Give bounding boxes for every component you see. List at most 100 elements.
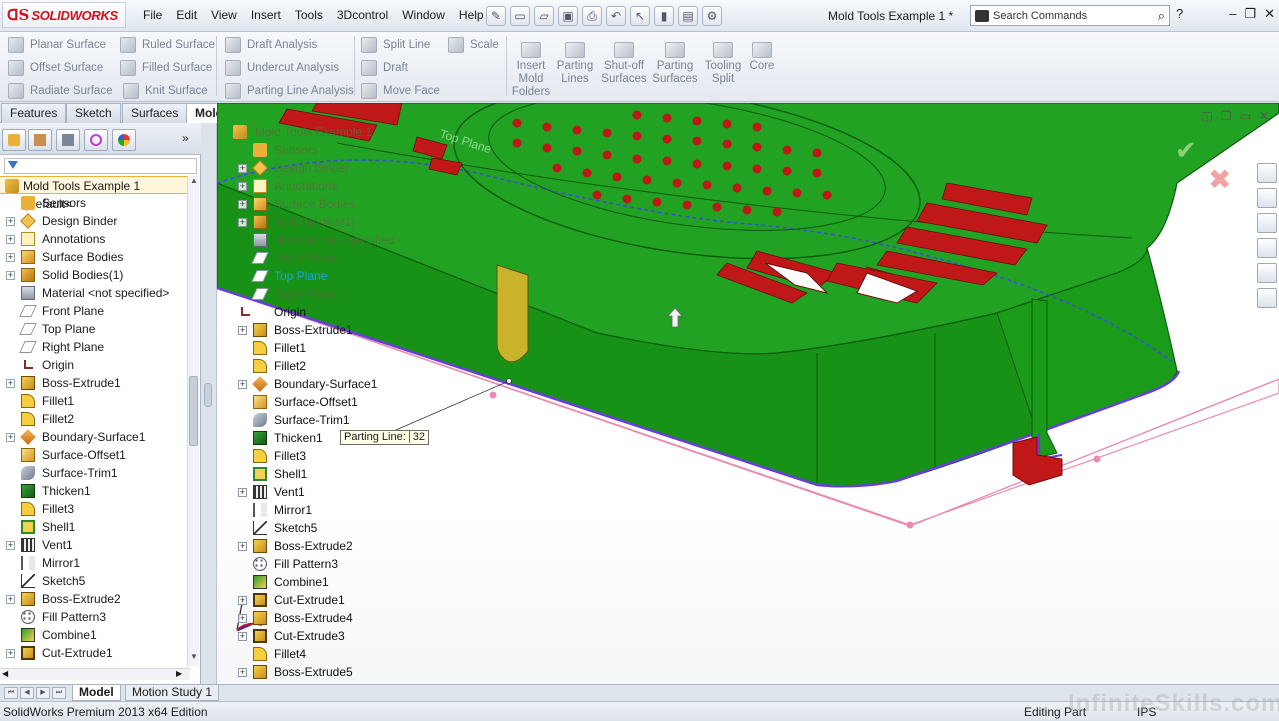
- feature-manager-tab[interactable]: [2, 129, 26, 151]
- viewport-tile-icon[interactable]: ◫: [1201, 109, 1212, 123]
- save-icon[interactable]: ▣: [558, 6, 578, 26]
- tree-item[interactable]: Shell1: [0, 518, 190, 536]
- rebuild-icon[interactable]: ▮: [654, 6, 674, 26]
- menu-edit[interactable]: Edit: [169, 8, 204, 22]
- scroll-up-icon[interactable]: ▲: [188, 176, 200, 188]
- expand-toggle-icon[interactable]: +: [238, 614, 247, 623]
- tree-item[interactable]: Fill Pattern3: [217, 555, 477, 573]
- tree-filter-field[interactable]: [4, 158, 197, 174]
- close-icon[interactable]: ✕: [1264, 6, 1275, 22]
- expand-toggle-icon[interactable]: +: [6, 649, 15, 658]
- panel-splitter[interactable]: [201, 123, 217, 686]
- tree-item[interactable]: + Annotations: [217, 177, 477, 195]
- tree-item[interactable]: Right Plane: [0, 338, 190, 356]
- options-icon[interactable]: ⚙: [702, 6, 722, 26]
- plane-handle[interactable]: [1093, 455, 1101, 463]
- undercut-analysis-button[interactable]: Undercut Analysis: [225, 60, 339, 76]
- tree-item[interactable]: Fillet4: [217, 645, 477, 663]
- tree-item[interactable]: Origin: [0, 356, 190, 374]
- tree-item[interactable]: Fillet1: [0, 392, 190, 410]
- tree-item[interactable]: Sensors: [217, 141, 477, 159]
- tree-item[interactable]: + Boss-Extrude5: [217, 663, 477, 681]
- tree-item[interactable]: Fillet3: [217, 447, 477, 465]
- knit-surface-button[interactable]: Knit Surface: [123, 83, 208, 99]
- expand-toggle-icon[interactable]: +: [238, 542, 247, 551]
- tree-item[interactable]: Surface-Offset1: [217, 393, 477, 411]
- display-manager-tab[interactable]: [112, 129, 136, 151]
- tree-item[interactable]: Top Plane: [217, 267, 477, 285]
- expand-toggle-icon[interactable]: +: [238, 182, 247, 191]
- restore-icon[interactable]: ❐: [1244, 6, 1256, 22]
- planar-surface-button[interactable]: Planar Surface: [8, 37, 106, 53]
- tree-item[interactable]: + Design Binder: [0, 212, 190, 230]
- expand-toggle-icon[interactable]: +: [238, 326, 247, 335]
- expand-toggle-icon[interactable]: +: [238, 218, 247, 227]
- shut-off-surfaces-button[interactable]: Shut-off Surfaces: [598, 42, 650, 86]
- tree-item[interactable]: Surface-Offset1: [0, 446, 190, 464]
- core-button[interactable]: Core: [736, 42, 788, 73]
- tree-item[interactable]: + Boss-Extrude4: [217, 609, 477, 627]
- tree-item[interactable]: + Cut-Extrude1: [217, 591, 477, 609]
- ruled-surface-button[interactable]: Ruled Surface: [120, 37, 215, 53]
- tree-item[interactable]: + Annotations: [0, 230, 190, 248]
- menu-3dcontrol[interactable]: 3Dcontrol: [330, 8, 395, 22]
- confirm-check-icon[interactable]: ✔: [1175, 135, 1197, 166]
- tree-item[interactable]: + Cut-Extrude1: [0, 644, 190, 660]
- tree-item[interactable]: + Surface Bodies: [217, 195, 477, 213]
- expand-toggle-icon[interactable]: +: [6, 271, 15, 280]
- scroll-thumb[interactable]: [189, 376, 198, 446]
- dimxpert-manager-tab[interactable]: [84, 129, 108, 151]
- tree-item[interactable]: + Boss-Extrude2: [0, 590, 190, 608]
- menu-tools[interactable]: Tools: [288, 8, 330, 22]
- expand-toggle-icon[interactable]: +: [6, 541, 15, 550]
- expand-toggle-icon[interactable]: +: [238, 200, 247, 209]
- scale-button[interactable]: Scale: [448, 37, 499, 53]
- tree-item[interactable]: + Boss-Extrude2: [217, 537, 477, 555]
- tree-item[interactable]: Combine1: [0, 626, 190, 644]
- expand-toggle-icon[interactable]: +: [6, 433, 15, 442]
- expand-toggle-icon[interactable]: +: [6, 379, 15, 388]
- expand-toggle-icon[interactable]: +: [6, 253, 15, 262]
- expand-toggle-icon[interactable]: +: [238, 632, 247, 641]
- expand-toggle-icon[interactable]: +: [6, 595, 15, 604]
- menu-window[interactable]: Window: [395, 8, 452, 22]
- tree-item[interactable]: + Boss-Extrude1: [0, 374, 190, 392]
- parting-line-analysis-button[interactable]: Parting Line Analysis: [225, 83, 354, 99]
- tree-item[interactable]: Front Plane: [0, 302, 190, 320]
- configuration-manager-tab[interactable]: [56, 129, 80, 151]
- tab-model[interactable]: Model: [72, 685, 121, 701]
- tree-item[interactable]: Fillet1: [217, 339, 477, 357]
- viewport-close-icon[interactable]: ✕: [1259, 109, 1269, 123]
- tree-item[interactable]: Fillet2: [217, 357, 477, 375]
- tree-item[interactable]: Mirror1: [217, 501, 477, 519]
- appearances-icon[interactable]: [1257, 263, 1277, 283]
- tree-item[interactable]: Fillet2: [0, 410, 190, 428]
- property-manager-tab[interactable]: [28, 129, 52, 151]
- tree-item[interactable]: Material <not specified>: [0, 284, 190, 302]
- expand-toggle-icon[interactable]: +: [6, 235, 15, 244]
- tree-item[interactable]: Right Plane: [217, 285, 477, 303]
- plane-handle[interactable]: [489, 391, 497, 399]
- menu-insert[interactable]: Insert: [244, 8, 288, 22]
- new-document-icon[interactable]: ▭: [510, 6, 530, 26]
- tab-motion-study-1[interactable]: Motion Study 1: [125, 685, 220, 701]
- graphics-area[interactable]: Top Plane Mold Tools Example 1 Sensors + De…: [217, 103, 1279, 686]
- tab-surfaces[interactable]: Surfaces: [122, 103, 188, 123]
- scroll-left-icon[interactable]: ◀: [2, 669, 8, 678]
- expand-toggle-icon[interactable]: +: [238, 164, 247, 173]
- cancel-x-icon[interactable]: ✖: [1208, 163, 1231, 196]
- custom-properties-icon[interactable]: [1257, 288, 1277, 308]
- tab-sketch[interactable]: Sketch: [66, 103, 121, 123]
- tree-item[interactable]: Sketch5: [217, 519, 477, 537]
- select-icon[interactable]: ↖: [630, 6, 650, 26]
- menu-help[interactable]: Help: [452, 8, 491, 22]
- draft-analysis-button[interactable]: Draft Analysis: [225, 37, 317, 53]
- flyout-root[interactable]: Mold Tools Example 1: [217, 123, 477, 141]
- tree-item[interactable]: + Vent1: [217, 483, 477, 501]
- tree-item[interactable]: + Solid Bodies(1): [0, 266, 190, 284]
- open-icon[interactable]: ▱: [534, 6, 554, 26]
- tree-item[interactable]: Mirror1: [0, 554, 190, 572]
- parting-surfaces-button[interactable]: Parting Surfaces: [649, 42, 701, 86]
- search-scope-icon[interactable]: [975, 9, 989, 22]
- file-properties-icon[interactable]: ▤: [678, 6, 698, 26]
